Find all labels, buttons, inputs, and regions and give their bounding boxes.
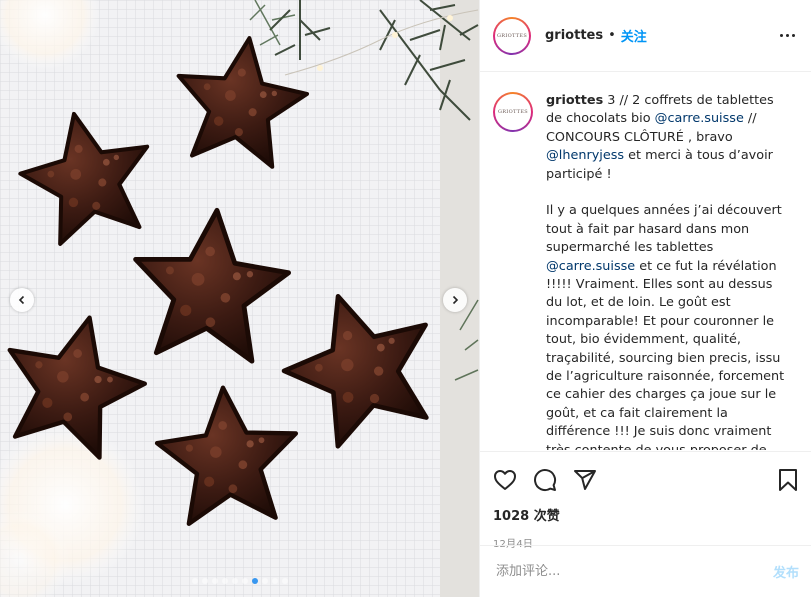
separator-dot: • bbox=[608, 28, 616, 43]
caption-text: Il y a quelques années j’ai découvert to… bbox=[546, 203, 782, 256]
carousel-dot bbox=[241, 578, 248, 584]
bookmark-icon[interactable] bbox=[777, 468, 799, 492]
previous-image-button[interactable] bbox=[10, 288, 34, 312]
follow-button[interactable]: 关注 bbox=[621, 26, 647, 45]
chevron-right-icon bbox=[452, 295, 459, 305]
carousel-dot bbox=[211, 578, 218, 584]
post-actions: 1028 次赞 12月4日 bbox=[480, 451, 811, 550]
caption-area[interactable]: GRIOTTES griottes 3 // 2 coffrets de tab… bbox=[480, 72, 811, 450]
mention-link[interactable]: @carre.suisse bbox=[546, 259, 635, 274]
heart-icon[interactable] bbox=[493, 468, 517, 492]
avatar-logo: GRIOTTES bbox=[497, 109, 529, 115]
comment-input[interactable] bbox=[496, 564, 773, 579]
chocolate-stars-image bbox=[0, 0, 479, 597]
post-photo[interactable] bbox=[0, 0, 479, 597]
post-comment-button[interactable]: 发布 bbox=[773, 562, 799, 581]
caption-avatar[interactable]: GRIOTTES bbox=[493, 92, 533, 132]
avatar[interactable]: GRIOTTES bbox=[493, 16, 531, 55]
instagram-post: GRIOTTES griottes • 关注 GRIOTTES griottes… bbox=[0, 0, 811, 597]
comment-icon[interactable] bbox=[533, 468, 557, 492]
mention-link[interactable]: @carre.suisse bbox=[655, 111, 744, 126]
post-caption: griottes 3 // 2 coffrets de tablettes de… bbox=[546, 92, 789, 450]
avatar-logo: GRIOTTES bbox=[496, 32, 528, 39]
carousel-indicator bbox=[0, 578, 479, 584]
carousel-dot bbox=[201, 578, 208, 584]
more-options-icon[interactable] bbox=[780, 34, 795, 37]
carousel-dot bbox=[231, 578, 238, 584]
carousel-dot bbox=[251, 578, 258, 584]
carousel-dot bbox=[191, 578, 198, 584]
mention-link[interactable]: @lhenryjess bbox=[546, 148, 624, 163]
post-header: GRIOTTES griottes • 关注 bbox=[480, 0, 811, 72]
caption-text: et ce fut la révélation !!!!! Vraiment. … bbox=[546, 258, 785, 450]
next-image-button[interactable] bbox=[443, 288, 467, 312]
carousel-dot bbox=[261, 578, 268, 584]
like-count[interactable]: 1028 次赞 bbox=[493, 505, 799, 524]
post-sidebar: GRIOTTES griottes • 关注 GRIOTTES griottes… bbox=[479, 0, 811, 597]
carousel-dot bbox=[221, 578, 228, 584]
caption-username[interactable]: griottes bbox=[546, 93, 603, 108]
comment-form: 发布 bbox=[480, 545, 811, 597]
carousel-dot bbox=[271, 578, 278, 584]
username-link[interactable]: griottes bbox=[545, 28, 603, 43]
share-icon[interactable] bbox=[573, 468, 597, 492]
chevron-left-icon bbox=[18, 295, 25, 305]
carousel-dot bbox=[281, 578, 288, 584]
